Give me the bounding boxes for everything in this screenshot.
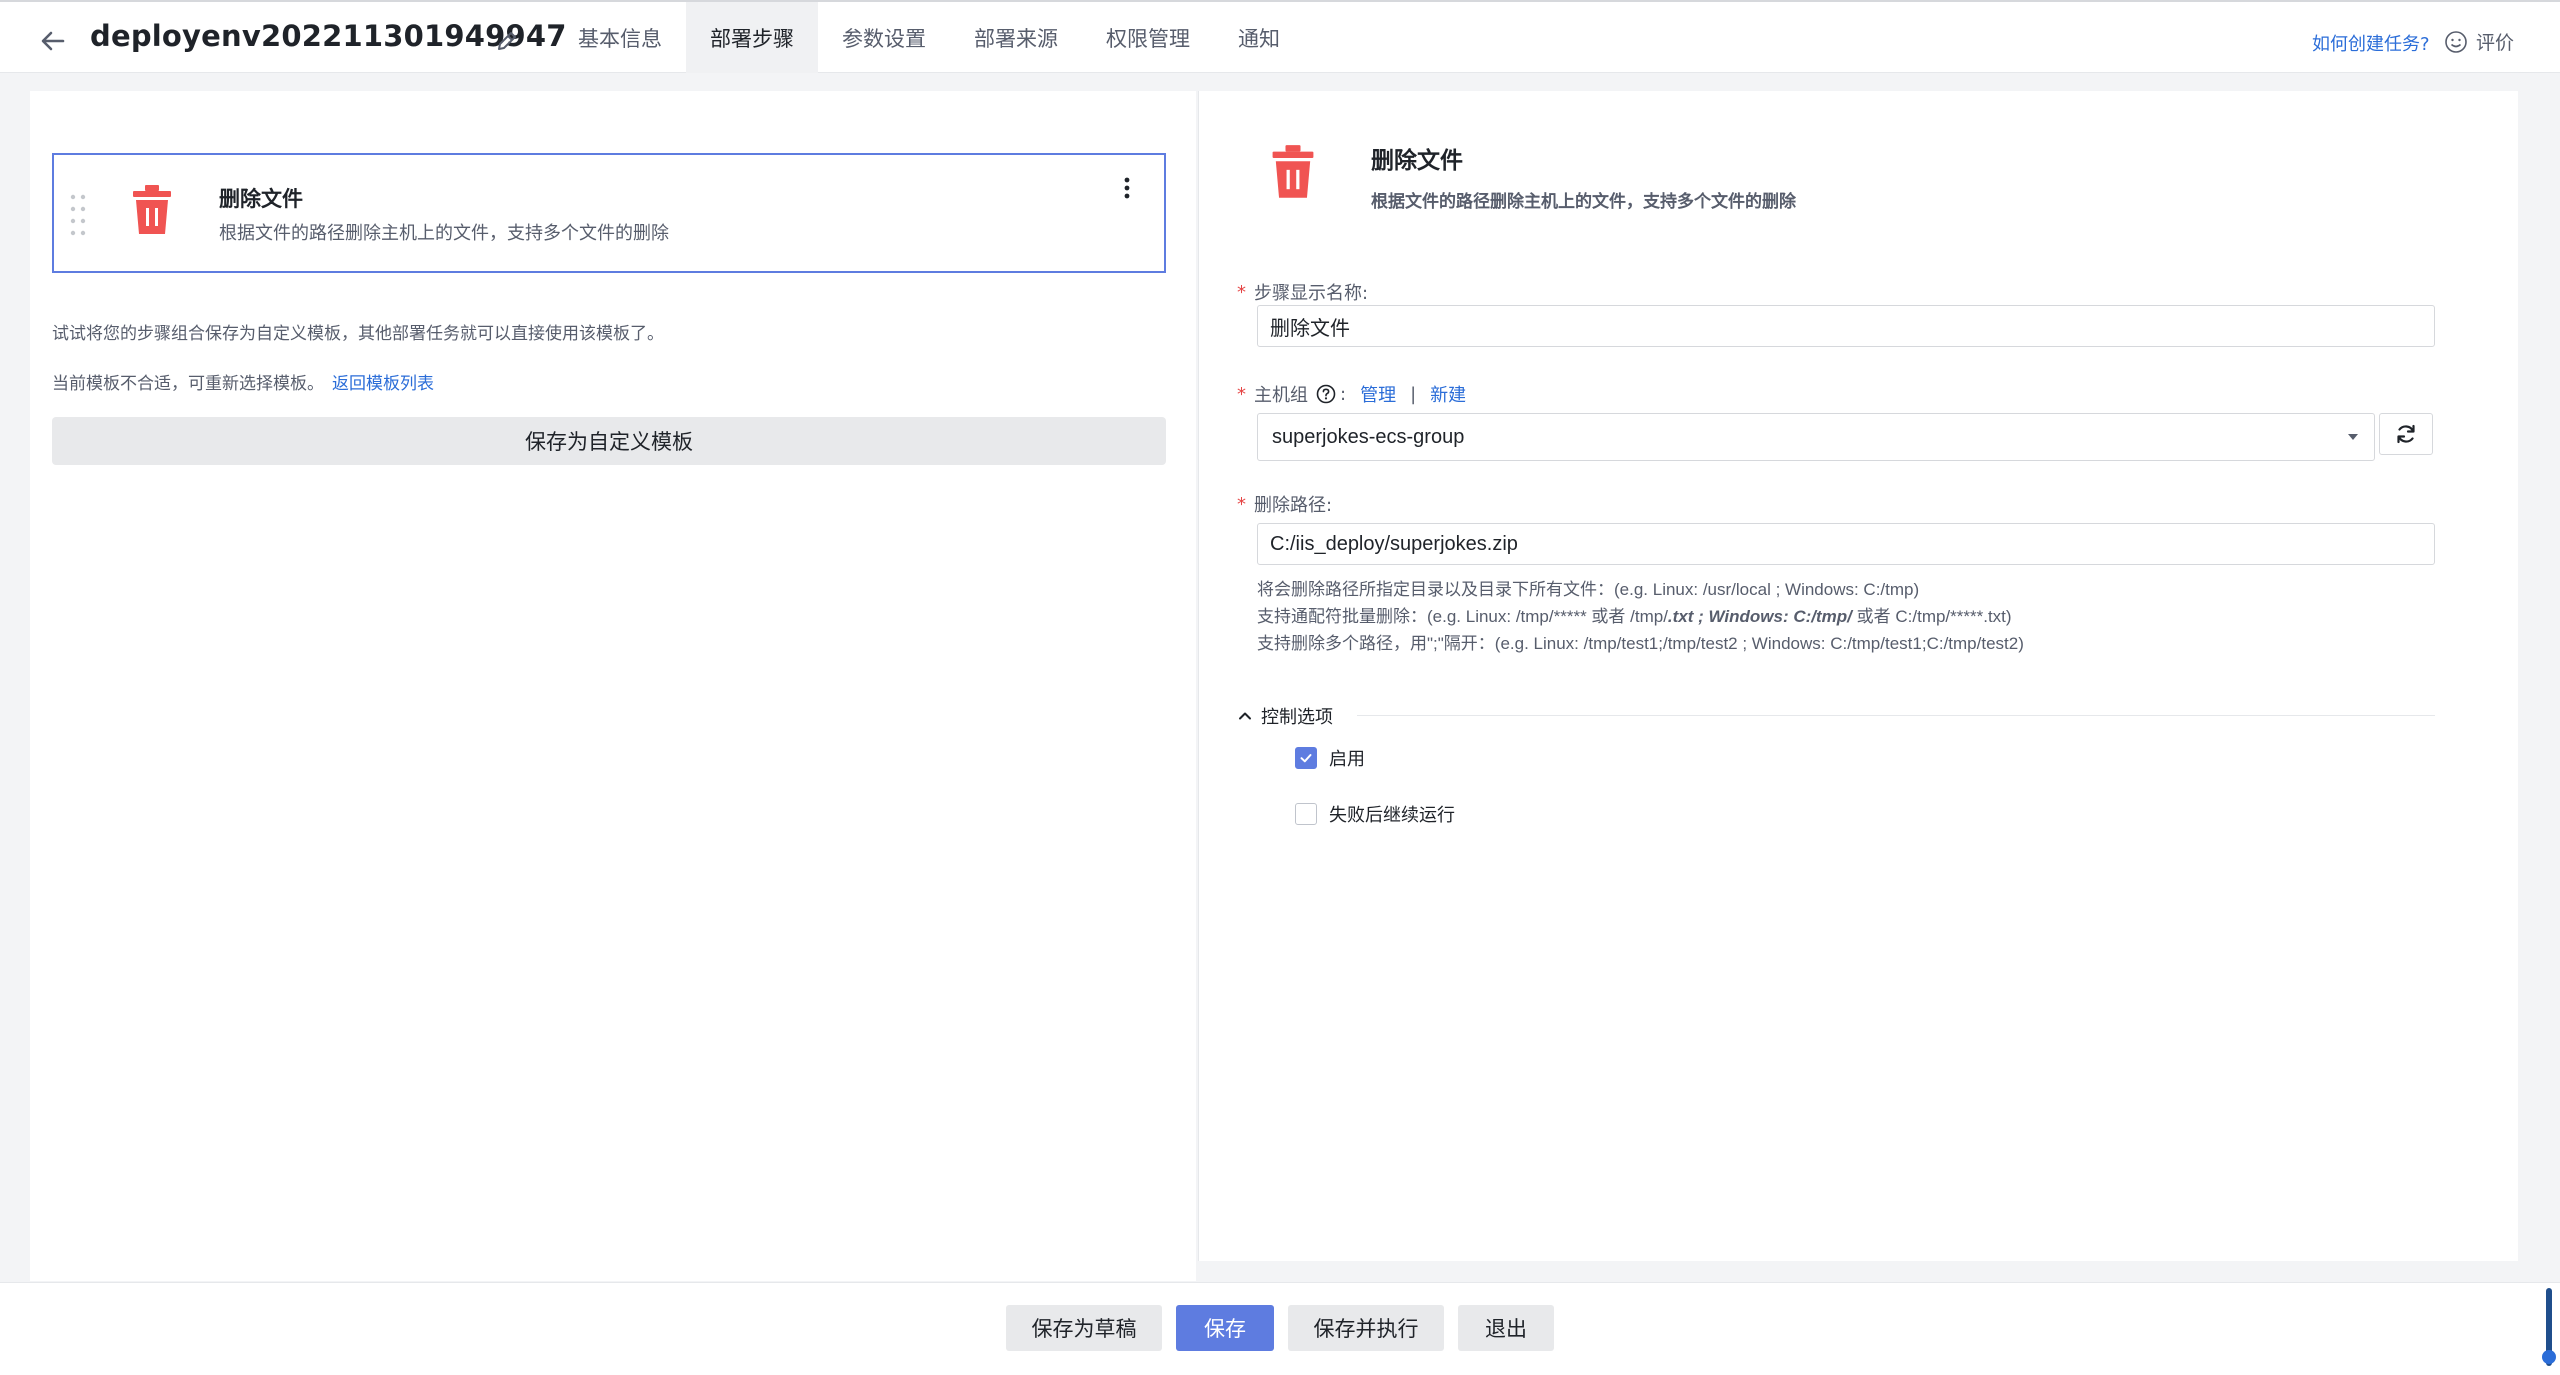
- template-change-hint: 当前模板不合适，可重新选择模板。 返回模板列表: [52, 369, 434, 394]
- step-name-label: * 步骤显示名称:: [1237, 279, 1368, 305]
- save-draft-button[interactable]: 保存为草稿: [1006, 1305, 1162, 1351]
- required-mark: *: [1237, 493, 1246, 515]
- tab-permissions[interactable]: 权限管理: [1082, 2, 1214, 73]
- exit-button[interactable]: 退出: [1458, 1305, 1554, 1351]
- tab-notifications[interactable]: 通知: [1214, 2, 1304, 73]
- template-change-text: 当前模板不合适，可重新选择模板。: [52, 374, 324, 394]
- enable-checkbox[interactable]: 启用: [1295, 745, 1365, 771]
- template-hint: 试试将您的步骤组合保存为自定义模板，其他部署任务就可以直接使用该模板了。: [52, 324, 664, 344]
- step-name-label-text: 步骤显示名称:: [1254, 283, 1369, 304]
- drag-handle-icon: [70, 194, 86, 236]
- host-group-colon: :: [1340, 383, 1347, 405]
- chevron-down-icon: [2348, 434, 2358, 440]
- step-config-panel: 删除文件 根据文件的路径删除主机上的文件，支持多个文件的删除 * 步骤显示名称:…: [1198, 91, 2518, 1261]
- step-card-description: 根据文件的路径删除主机上的文件，支持多个文件的删除: [219, 223, 669, 244]
- host-group-select[interactable]: superjokes-ecs-group: [1257, 413, 2375, 461]
- continue-on-failure-box[interactable]: [1295, 803, 1317, 825]
- required-mark: *: [1237, 383, 1246, 405]
- required-mark: *: [1237, 281, 1246, 303]
- steps-panel: 删除文件 根据文件的路径删除主机上的文件，支持多个文件的删除 试试将您的步骤组合…: [30, 91, 1196, 1281]
- step-more-button[interactable]: [1120, 173, 1134, 203]
- drag-handle[interactable]: [68, 191, 88, 241]
- delete-path-label-text: 删除路径:: [1254, 495, 1333, 516]
- path-tip-line2-a: 支持通配符批量删除：(e.g. Linux: /tmp/***** 或者 /tm…: [1257, 607, 1668, 626]
- check-icon: [1300, 754, 1312, 763]
- path-tip-line1: 将会删除路径所指定目录以及目录下所有文件：(e.g. Linux: /usr/l…: [1257, 580, 1920, 599]
- tab-parameters[interactable]: 参数设置: [818, 2, 950, 73]
- pencil-icon: [498, 32, 516, 50]
- path-tip-line2-b: .txt ; Windows: C:/tmp/: [1667, 607, 1852, 626]
- continue-on-failure-checkbox[interactable]: 失败后继续运行: [1295, 801, 1455, 827]
- tab-bar: 基本信息 部署步骤 参数设置 部署来源 权限管理 通知: [554, 2, 1304, 73]
- host-group-selected-value: superjokes-ecs-group: [1272, 425, 1465, 448]
- refresh-host-group-button[interactable]: [2379, 413, 2433, 455]
- enable-label: 启用: [1329, 749, 1365, 770]
- help-link[interactable]: 如何创建任务?: [2312, 30, 2430, 56]
- save-button[interactable]: 保存: [1176, 1305, 1274, 1351]
- trash-icon: [133, 185, 171, 234]
- section-divider: [1357, 715, 2435, 716]
- new-host-group-link[interactable]: 新建: [1430, 381, 1466, 407]
- path-tip-line2-c: 或者 C:/tmp/*****.txt): [1851, 607, 2012, 626]
- step-card-title: 删除文件: [219, 187, 303, 211]
- control-options-toggle[interactable]: 控制选项: [1237, 703, 1333, 729]
- step-name-input[interactable]: 删除文件: [1257, 305, 2435, 347]
- enable-checkbox-box[interactable]: [1295, 747, 1317, 769]
- rate-label: 评价: [2476, 32, 2515, 54]
- refresh-icon: [2397, 424, 2415, 444]
- question-circle-icon[interactable]: [1316, 384, 1336, 404]
- more-vertical-icon: [1124, 177, 1130, 199]
- path-tip-line2: 支持通配符批量删除：(e.g. Linux: /tmp/***** 或者 /tm…: [1257, 602, 2012, 627]
- path-tip-line3: 支持删除多个路径，用";"隔开：(e.g. Linux: /tmp/test1;…: [1257, 634, 2024, 653]
- rate-button[interactable]: 评价: [2444, 28, 2514, 55]
- delete-path-input[interactable]: C:/iis_deploy/superjokes.zip: [1257, 523, 2435, 565]
- back-to-template-list-link[interactable]: 返回模板列表: [332, 374, 434, 394]
- back-button[interactable]: [36, 24, 70, 58]
- host-group-label-text: 主机组: [1254, 385, 1308, 406]
- arrow-left-icon: [41, 31, 65, 51]
- save-and-run-button[interactable]: 保存并执行: [1288, 1305, 1444, 1351]
- tab-deploy-source[interactable]: 部署来源: [950, 2, 1082, 73]
- step-config-description: 根据文件的路径删除主机上的文件，支持多个文件的删除: [1371, 192, 1796, 212]
- footer-bar: 保存为草稿 保存 保存并执行 退出: [0, 1282, 2560, 1375]
- edit-title-button[interactable]: [494, 28, 520, 54]
- continue-on-failure-label: 失败后继续运行: [1329, 805, 1455, 826]
- host-group-label: * 主机组 : 管理 | 新建: [1237, 381, 1466, 407]
- smile-icon: [2445, 30, 2467, 53]
- tab-basic-info[interactable]: 基本信息: [554, 2, 686, 73]
- manage-link[interactable]: 管理: [1360, 381, 1396, 407]
- save-as-template-button[interactable]: 保存为自定义模板: [52, 417, 1166, 465]
- chevron-up-icon: [1239, 712, 1251, 720]
- step-card-delete-file[interactable]: 删除文件 根据文件的路径删除主机上的文件，支持多个文件的删除: [52, 153, 1166, 273]
- link-separator: |: [1410, 383, 1417, 405]
- control-options-label: 控制选项: [1261, 707, 1333, 728]
- scrollbar-knob[interactable]: [2542, 1350, 2556, 1364]
- top-bar: deployenv202211301949947 基本信息 部署步骤 参数设置 …: [0, 0, 2560, 73]
- delete-path-label: * 删除路径:: [1237, 491, 1332, 517]
- step-config-title: 删除文件: [1371, 148, 1463, 174]
- tab-deploy-steps[interactable]: 部署步骤: [686, 2, 818, 73]
- trash-icon: [1272, 145, 1314, 198]
